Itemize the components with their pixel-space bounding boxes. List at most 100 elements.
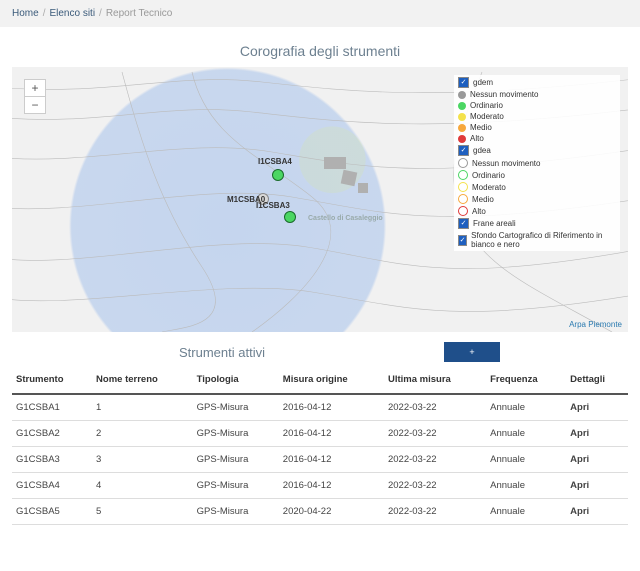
cell-last: 2022-03-22 <box>384 447 486 473</box>
map-marker-label: I1CSBA4 <box>258 157 292 166</box>
instruments-table: Strumento Nome terreno Tipologia Misura … <box>12 368 628 525</box>
legend-label: Moderato <box>470 112 504 121</box>
th-freq[interactable]: Frequenza <box>486 368 566 394</box>
cell-instrument: G1CSBA5 <box>12 499 92 525</box>
cell-type: GPS-Misura <box>193 473 279 499</box>
cell-type: GPS-Misura <box>193 421 279 447</box>
cell-instrument: G1CSBA3 <box>12 447 92 473</box>
map-legend: ✓ gdem Nessun movimento Ordinario Moderat… <box>454 75 620 251</box>
legend-label: Medio <box>472 195 494 204</box>
cell-terrain: 1 <box>92 394 193 421</box>
legend-label: Sfondo Cartografico di Riferimento in bi… <box>471 231 616 249</box>
cell-freq: Annuale <box>486 499 566 525</box>
cell-type: GPS-Misura <box>193 447 279 473</box>
legend-swatch <box>458 206 468 216</box>
legend-label: Alto <box>470 134 484 143</box>
open-details-link[interactable]: Apri <box>566 394 628 421</box>
cell-freq: Annuale <box>486 394 566 421</box>
legend-label: Ordinario <box>470 101 503 110</box>
legend-label: Ordinario <box>472 171 505 180</box>
cell-last: 2022-03-22 <box>384 499 486 525</box>
breadcrumb-home[interactable]: Home <box>12 8 39 19</box>
table-row: G1CSBA33GPS-Misura2016-04-122022-03-22An… <box>12 447 628 473</box>
legend-label: Nessun movimento <box>470 90 538 99</box>
legend-swatch <box>458 113 466 121</box>
legend-checkbox[interactable]: ✓ <box>458 77 469 88</box>
cell-type: GPS-Misura <box>193 499 279 525</box>
cell-origin: 2020-04-22 <box>279 499 384 525</box>
legend-swatch <box>458 124 466 132</box>
cell-freq: Annuale <box>486 421 566 447</box>
th-type[interactable]: Tipologia <box>193 368 279 394</box>
table-row: G1CSBA55GPS-Misura2020-04-222022-03-22An… <box>12 499 628 525</box>
zoom-in-button[interactable]: + <box>25 80 45 97</box>
cell-type: GPS-Misura <box>193 394 279 421</box>
map-marker-label: I1CSBA3 <box>256 201 290 210</box>
cell-terrain: 5 <box>92 499 193 525</box>
table-section-title: Strumenti attivi <box>0 345 444 360</box>
map-place-label: Castello di Casaleggio <box>308 215 383 222</box>
table-row: G1CSBA22GPS-Misura2016-04-122022-03-22An… <box>12 421 628 447</box>
cell-instrument: G1CSBA1 <box>12 394 92 421</box>
zoom-controls: + − <box>24 79 46 114</box>
table-row: G1CSBA44GPS-Misura2016-04-122022-03-22An… <box>12 473 628 499</box>
cell-freq: Annuale <box>486 473 566 499</box>
legend-swatch <box>458 194 468 204</box>
th-instrument[interactable]: Strumento <box>12 368 92 394</box>
legend-label: gdea <box>473 146 491 155</box>
legend-swatch <box>458 182 468 192</box>
cell-last: 2022-03-22 <box>384 421 486 447</box>
open-details-link[interactable]: Apri <box>566 421 628 447</box>
cell-freq: Annuale <box>486 447 566 473</box>
map-section-title: Corografia degli strumenti <box>0 43 640 59</box>
zoom-out-button[interactable]: − <box>25 97 45 113</box>
open-details-link[interactable]: Apri <box>566 447 628 473</box>
legend-swatch <box>458 91 466 99</box>
breadcrumb: Home / Elenco siti / Report Tecnico <box>0 0 640 27</box>
th-details[interactable]: Dettagli <box>566 368 628 394</box>
add-button[interactable]: + <box>444 342 500 362</box>
breadcrumb-sep: / <box>99 8 102 19</box>
instrument-map[interactable]: + − I1CSBA4 M1CSBA0 I1CSBA3 Castello di … <box>12 67 628 332</box>
cell-terrain: 4 <box>92 473 193 499</box>
legend-label: Medio <box>470 123 492 132</box>
breadcrumb-sep: / <box>43 8 46 19</box>
cell-origin: 2016-04-12 <box>279 394 384 421</box>
th-terrain[interactable]: Nome terreno <box>92 368 193 394</box>
legend-label: Nessun movimento <box>472 159 540 168</box>
cell-terrain: 3 <box>92 447 193 473</box>
legend-checkbox[interactable]: ✓ <box>458 145 469 156</box>
legend-swatch <box>458 170 468 180</box>
open-details-link[interactable]: Apri <box>566 473 628 499</box>
building-icon <box>324 157 346 169</box>
cell-last: 2022-03-22 <box>384 394 486 421</box>
building-icon <box>358 183 368 193</box>
cell-instrument: G1CSBA4 <box>12 473 92 499</box>
legend-swatch <box>458 158 468 168</box>
open-details-link[interactable]: Apri <box>566 499 628 525</box>
cell-instrument: G1CSBA2 <box>12 421 92 447</box>
cell-last: 2022-03-22 <box>384 473 486 499</box>
cell-terrain: 2 <box>92 421 193 447</box>
th-last[interactable]: Ultima misura <box>384 368 486 394</box>
map-marker[interactable] <box>284 211 296 223</box>
breadcrumb-list[interactable]: Elenco siti <box>49 8 95 19</box>
map-attribution[interactable]: Arpa Piemonte <box>569 320 622 329</box>
building-icon <box>341 170 358 187</box>
legend-label: Frane areali <box>473 219 516 228</box>
table-row: G1CSBA11GPS-Misura2016-04-122022-03-22An… <box>12 394 628 421</box>
legend-label: Alto <box>472 207 486 216</box>
map-marker[interactable] <box>272 169 284 181</box>
legend-checkbox[interactable]: ✓ <box>458 218 469 229</box>
legend-label: gdem <box>473 78 493 87</box>
cell-origin: 2016-04-12 <box>279 473 384 499</box>
legend-label: Moderato <box>472 183 506 192</box>
table-header-row: Strumento Nome terreno Tipologia Misura … <box>12 368 628 394</box>
th-origin[interactable]: Misura origine <box>279 368 384 394</box>
cell-origin: 2016-04-12 <box>279 421 384 447</box>
legend-swatch <box>458 135 466 143</box>
legend-checkbox[interactable]: ✓ <box>458 235 467 246</box>
legend-swatch <box>458 102 466 110</box>
breadcrumb-current: Report Tecnico <box>106 8 173 19</box>
cell-origin: 2016-04-12 <box>279 447 384 473</box>
